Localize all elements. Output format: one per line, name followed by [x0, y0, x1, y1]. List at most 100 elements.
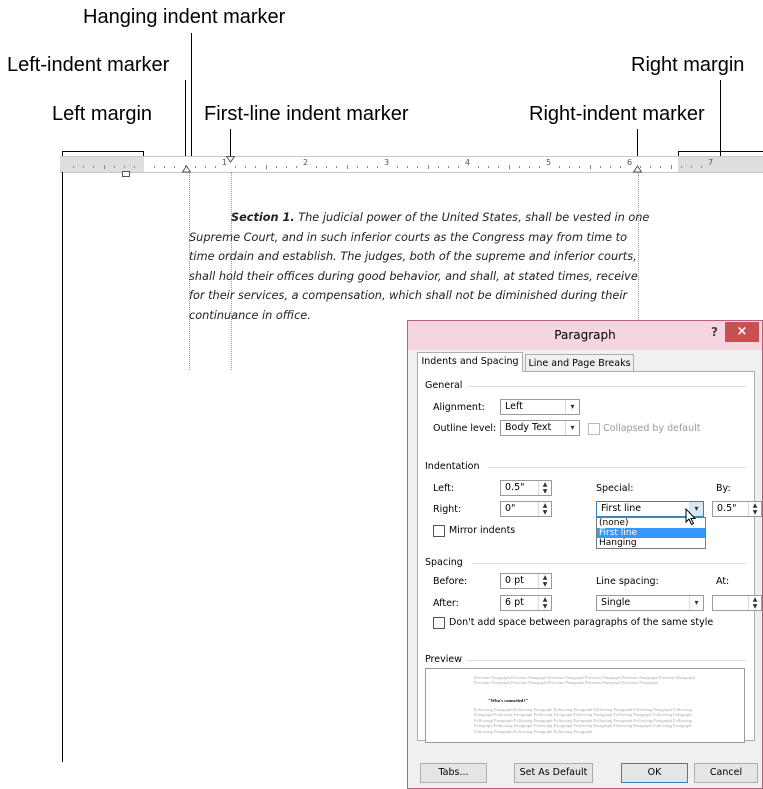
left-indent-value: 0.5"	[505, 482, 525, 493]
left-indent-marker[interactable]	[122, 171, 131, 178]
collapsed-label: Collapsed by default	[603, 423, 701, 434]
ruler-tick	[579, 166, 581, 168]
by-spinner[interactable]: 0.5" ▲ ▼	[712, 501, 762, 517]
line-spacing-select[interactable]: Single ▾	[596, 595, 704, 611]
cancel-button[interactable]: Cancel	[694, 763, 758, 783]
spinner-arrows-icon[interactable]: ▲ ▼	[538, 574, 551, 588]
before-value: 0 pt	[505, 575, 524, 586]
before-spinner[interactable]: 0 pt ▲ ▼	[500, 573, 552, 589]
alignment-select[interactable]: Left ▾	[500, 399, 580, 415]
chevron-down-icon: ▾	[689, 596, 703, 610]
indentation-heading: Indentation	[425, 461, 480, 472]
line-spacing-value: Single	[601, 597, 631, 608]
ruler-tick	[265, 165, 267, 169]
ruler-tick	[336, 166, 338, 168]
close-icon[interactable]: ×	[725, 322, 759, 342]
alignment-label: Alignment:	[433, 402, 485, 413]
by-label: By:	[716, 483, 731, 494]
spinner-arrows-icon[interactable]: ▲ ▼	[538, 502, 551, 516]
dont-add-space-label: Don't add space between paragraphs of th…	[449, 617, 714, 628]
help-icon[interactable]: ?	[711, 325, 718, 339]
tab-indents-and-spacing[interactable]: Indents and Spacing	[417, 352, 523, 372]
page-left-edge	[62, 172, 63, 762]
ruler-tick	[478, 166, 480, 168]
left-indent-spinner[interactable]: 0.5" ▲ ▼	[500, 480, 552, 496]
outline-level-select[interactable]: Body Text ▾	[500, 420, 580, 436]
first-line-indent-marker[interactable]	[226, 156, 235, 163]
ruler-tick	[569, 166, 571, 168]
ruler-tick	[599, 166, 601, 168]
paragraph-line-4: shall hold their offices during good beh…	[189, 269, 638, 283]
mirror-indents-label: Mirror indents	[449, 525, 516, 536]
special-option[interactable]: Hanging	[597, 538, 705, 548]
dialog-titlebar[interactable]: Paragraph ? ×	[408, 321, 762, 350]
spinner-arrows-icon[interactable]: ▲ ▼	[538, 481, 551, 495]
ruler-tick	[73, 166, 75, 168]
ruler-left-margin-area	[60, 157, 144, 172]
paragraph-line-1: Section 1. The judicial power of the Uni…	[189, 208, 649, 228]
special-option-selected[interactable]: First line	[597, 528, 705, 538]
ruler-tick	[437, 166, 439, 168]
spinner-arrows-icon[interactable]: ▲ ▼	[538, 596, 551, 610]
ruler-tick	[93, 166, 95, 168]
ruler-tick	[417, 166, 419, 168]
right-margin-callout: Right margin	[631, 54, 745, 76]
first-line-indent-leader	[230, 129, 231, 159]
mirror-indents-checkbox[interactable]	[433, 525, 445, 537]
ruler-tick	[316, 166, 318, 168]
preview-divider	[468, 660, 746, 661]
spinner-arrows-icon[interactable]: ▲ ▼	[748, 502, 761, 516]
right-indent-value: 0"	[505, 503, 516, 514]
ruler-tick	[589, 165, 591, 169]
tabs-button[interactable]: Tabs...	[420, 763, 487, 783]
ruler-number: 2	[303, 158, 309, 167]
dont-add-space-checkbox[interactable]	[433, 617, 445, 629]
ruler-tick	[113, 166, 115, 168]
document-paragraph[interactable]: Section 1. The judicial power of the Uni…	[189, 208, 649, 326]
ruler-tick	[214, 166, 216, 168]
spinner-arrows-icon[interactable]: ▲ ▼	[748, 596, 761, 610]
set-as-default-button[interactable]: Set As Default	[514, 763, 593, 783]
left-margin-bracket	[62, 151, 144, 152]
ruler-tick	[488, 166, 490, 168]
ruler-tick	[235, 166, 237, 168]
ruler-tick	[397, 166, 399, 168]
paragraph-text: The judicial power of the United States,…	[294, 211, 650, 224]
alignment-value: Left	[505, 401, 523, 412]
tab-line-and-page-breaks[interactable]: Line and Page Breaks	[525, 354, 634, 372]
ruler-tick	[609, 166, 611, 168]
chevron-down-icon: ▾	[565, 421, 579, 435]
right-indent-spinner[interactable]: 0" ▲ ▼	[500, 501, 552, 517]
ruler-tick	[295, 166, 297, 168]
ruler-tick	[407, 166, 409, 168]
paragraph-line-5: for their services, a compensation, whic…	[189, 289, 628, 303]
left-margin-callout: Left margin	[52, 103, 153, 125]
at-spinner[interactable]: ▲ ▼	[712, 595, 762, 611]
ruler-tick	[670, 165, 672, 169]
left-indent-label: Left:	[433, 483, 455, 494]
ok-button[interactable]: OK	[621, 763, 688, 783]
before-label: Before:	[433, 576, 468, 587]
at-label: At:	[716, 576, 730, 587]
outline-level-value: Body Text	[505, 422, 552, 433]
chevron-down-icon: ▾	[565, 400, 579, 414]
ruler-tick	[427, 165, 429, 169]
ruler-tick	[619, 166, 621, 168]
dialog-title: Paragraph	[554, 328, 616, 342]
preview-heading: Preview	[425, 654, 462, 665]
ruler-tick	[498, 166, 500, 168]
general-heading: General	[425, 380, 463, 391]
spacing-divider	[472, 563, 746, 564]
horizontal-ruler[interactable]: 1234567	[60, 156, 763, 173]
mouse-pointer-icon	[685, 508, 697, 526]
collapsed-checkbox[interactable]	[588, 423, 600, 435]
after-spinner[interactable]: 6 pt ▲ ▼	[500, 595, 552, 611]
section-heading: Section 1.	[231, 211, 295, 224]
hanging-indent-leader	[191, 33, 192, 167]
hanging-indent-callout: Hanging indent marker	[83, 6, 286, 28]
paragraph-dialog: Paragraph ? × Indents and Spacing Line a…	[407, 320, 763, 789]
ruler-tick	[204, 166, 206, 168]
preview-previous-paragraph: Previous Paragraph Previous Paragraph Pr…	[474, 675, 695, 686]
ruler-tick	[164, 166, 166, 168]
first-line-indent-callout: First-line indent marker	[204, 103, 409, 125]
